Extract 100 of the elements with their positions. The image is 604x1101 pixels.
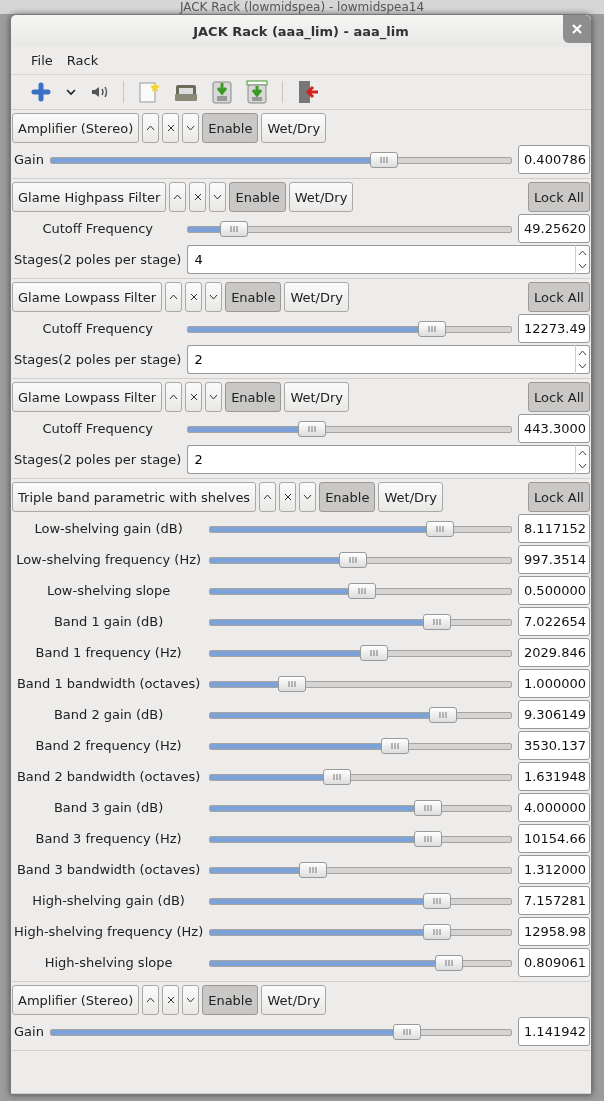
remove-button[interactable] [189, 182, 207, 212]
value-field[interactable]: 7.022654 [518, 607, 590, 636]
slider-thumb[interactable] [429, 706, 458, 723]
caret-up-icon[interactable] [578, 349, 587, 356]
slider[interactable] [209, 675, 512, 692]
slider-thumb[interactable] [219, 220, 248, 237]
value-field[interactable]: 1.631948 [518, 762, 590, 791]
wet-dry-toggle[interactable]: Wet/Dry [284, 382, 350, 412]
plugin-name-button[interactable]: Glame Highpass Filter [12, 182, 167, 212]
remove-button[interactable] [279, 482, 297, 512]
spin-buttons[interactable] [575, 345, 590, 374]
plugin-name-button[interactable]: Amplifier (Stereo) [12, 113, 140, 143]
value-field[interactable]: 443.3000 [518, 414, 590, 443]
slider-thumb[interactable] [417, 320, 446, 337]
enable-toggle[interactable]: Enable [319, 482, 376, 512]
slider[interactable] [209, 799, 512, 816]
slider[interactable] [209, 892, 512, 909]
slider-thumb[interactable] [297, 420, 326, 437]
slider[interactable] [49, 151, 512, 168]
value-field[interactable]: 1.312000 [518, 855, 590, 884]
slider-thumb[interactable] [359, 644, 388, 661]
slider-thumb[interactable] [392, 1023, 421, 1040]
slider[interactable] [49, 1023, 512, 1040]
value-field[interactable]: 49.25620 [518, 214, 590, 243]
spin-field[interactable]: 2 [187, 445, 575, 474]
value-field[interactable]: 3530.137 [518, 731, 590, 760]
add-icon[interactable] [31, 82, 51, 102]
enable-toggle[interactable]: Enable [225, 382, 282, 412]
wet-dry-toggle[interactable]: Wet/Dry [284, 282, 350, 312]
slider[interactable] [209, 861, 512, 878]
caret-up-icon[interactable] [578, 449, 587, 456]
slider-thumb[interactable] [414, 799, 443, 816]
wet-dry-toggle[interactable]: Wet/Dry [261, 113, 327, 143]
slider-thumb[interactable] [369, 151, 398, 168]
caret-down-icon[interactable] [65, 88, 77, 96]
slider[interactable] [209, 768, 512, 785]
slider[interactable] [209, 830, 512, 847]
slider[interactable] [209, 582, 512, 599]
lock-all-toggle[interactable]: Lock All [528, 482, 590, 512]
close-button[interactable] [563, 15, 591, 43]
slider[interactable] [209, 923, 512, 940]
slider[interactable] [187, 320, 512, 337]
remove-button[interactable] [162, 113, 180, 143]
folder-icon[interactable] [174, 82, 198, 102]
speaker-icon[interactable] [91, 85, 109, 99]
slider-thumb[interactable] [347, 582, 376, 599]
exit-icon[interactable] [297, 80, 319, 104]
plugin-name-button[interactable]: Triple band parametric with shelves [12, 482, 257, 512]
slider-thumb[interactable] [338, 551, 367, 568]
enable-toggle[interactable]: Enable [202, 113, 259, 143]
slider[interactable] [209, 706, 512, 723]
spin-field[interactable]: 2 [187, 345, 575, 374]
slider[interactable] [187, 220, 512, 237]
slider-thumb[interactable] [423, 892, 452, 909]
enable-toggle[interactable]: Enable [225, 282, 282, 312]
slider-thumb[interactable] [423, 613, 452, 630]
caret-down-icon[interactable] [578, 363, 587, 370]
caret-down-icon[interactable] [578, 463, 587, 470]
save-as-icon[interactable] [246, 80, 268, 104]
slider[interactable] [187, 420, 512, 437]
slider[interactable] [209, 551, 512, 568]
slider-thumb[interactable] [380, 737, 409, 754]
value-field[interactable]: 12958.98 [518, 917, 590, 946]
remove-button[interactable] [185, 382, 203, 412]
lock-all-toggle[interactable]: Lock All [528, 182, 590, 212]
spin-field[interactable]: 4 [187, 245, 575, 274]
enable-toggle[interactable]: Enable [229, 182, 286, 212]
new-document-icon[interactable] [138, 81, 160, 103]
value-field[interactable]: 12273.49 [518, 314, 590, 343]
spin-buttons[interactable] [575, 245, 590, 274]
value-field[interactable]: 997.3514 [518, 545, 590, 574]
value-field[interactable]: 1.141942 [518, 1017, 590, 1046]
wet-dry-toggle[interactable]: Wet/Dry [261, 985, 327, 1015]
value-field[interactable]: 0.809061 [518, 948, 590, 977]
caret-up-icon[interactable] [578, 249, 587, 256]
plugin-name-button[interactable]: Glame Lowpass Filter [12, 382, 163, 412]
wet-dry-toggle[interactable]: Wet/Dry [288, 182, 354, 212]
lock-all-toggle[interactable]: Lock All [528, 282, 590, 312]
plugin-name-button[interactable]: Amplifier (Stereo) [12, 985, 140, 1015]
menu-item[interactable]: Rack [60, 51, 105, 70]
wet-dry-toggle[interactable]: Wet/Dry [378, 482, 444, 512]
slider-thumb[interactable] [277, 675, 306, 692]
remove-button[interactable] [185, 282, 203, 312]
value-field[interactable]: 10154.66 [518, 824, 590, 853]
slider[interactable] [209, 954, 512, 971]
save-icon[interactable] [212, 80, 232, 104]
menu-item[interactable]: File [25, 51, 59, 70]
value-field[interactable]: 9.306149 [518, 700, 590, 729]
slider[interactable] [209, 737, 512, 754]
slider-thumb[interactable] [323, 768, 352, 785]
value-field[interactable]: 2029.846 [518, 638, 590, 667]
slider-thumb[interactable] [414, 830, 443, 847]
slider-thumb[interactable] [423, 923, 452, 940]
remove-button[interactable] [162, 985, 180, 1015]
value-field[interactable]: 0.500000 [518, 576, 590, 605]
lock-all-toggle[interactable]: Lock All [528, 382, 590, 412]
value-field[interactable]: 0.400786 [518, 145, 590, 174]
slider[interactable] [209, 520, 512, 537]
value-field[interactable]: 1.000000 [518, 669, 590, 698]
value-field[interactable]: 8.117152 [518, 514, 590, 543]
